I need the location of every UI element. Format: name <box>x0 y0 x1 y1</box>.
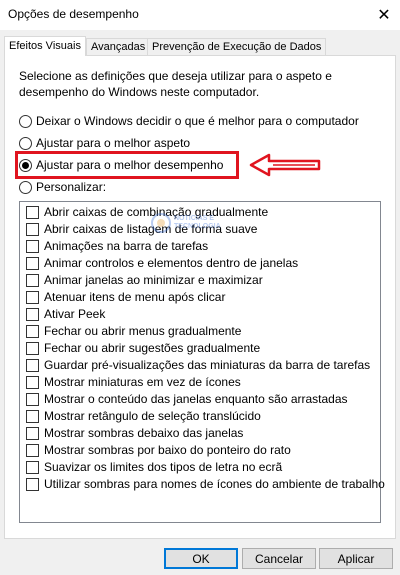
effect-label: Atenuar itens de menu após clicar <box>44 290 226 304</box>
checkbox[interactable] <box>26 477 39 491</box>
checkbox[interactable] <box>26 239 39 253</box>
effect-item[interactable]: Mostrar o conteúdo das janelas enquanto … <box>26 391 348 407</box>
radio-label: Ajustar para o melhor aspeto <box>36 136 191 150</box>
title-bar: Opções de desempenho ✕ <box>0 0 400 30</box>
visual-effects-panel: Selecione as definições que deseja utili… <box>4 55 396 539</box>
effect-label: Fechar ou abrir sugestões gradualmente <box>44 341 261 355</box>
window-title: Opções de desempenho <box>8 7 139 21</box>
checkbox[interactable] <box>26 256 39 270</box>
apply-button[interactable]: Aplicar <box>319 548 393 569</box>
effect-item[interactable]: Animar janelas ao minimizar e maximizar <box>26 272 263 288</box>
effect-label: Animar janelas ao minimizar e maximizar <box>44 273 263 287</box>
effect-item[interactable]: Animar controlos e elementos dentro de j… <box>26 255 298 271</box>
effect-item[interactable]: Utilizar sombras para nomes de ícones do… <box>26 476 385 492</box>
effect-label: Mostrar sombras por baixo do ponteiro do… <box>44 443 291 457</box>
tab-data-execution-prevention[interactable]: Prevenção de Execução de Dados <box>147 38 327 55</box>
checkbox[interactable] <box>26 358 39 372</box>
checkbox[interactable] <box>26 205 39 219</box>
tab-advanced[interactable]: Avançadas <box>86 38 151 55</box>
checkbox[interactable] <box>26 443 39 457</box>
effect-item[interactable]: Guardar pré-visualizações das miniaturas… <box>26 357 370 373</box>
ok-button[interactable]: OK <box>164 548 238 569</box>
checkbox[interactable] <box>26 273 39 287</box>
annotation-arrow-icon <box>249 153 321 177</box>
checkbox[interactable] <box>26 460 39 474</box>
effect-label: Fechar ou abrir menus gradualmente <box>44 324 242 338</box>
radio-let-windows-decide[interactable]: Deixar o Windows decidir o que é melhor … <box>19 113 359 129</box>
annotation-highlight-box <box>15 151 239 179</box>
radio-label: Personalizar: <box>36 180 107 194</box>
effect-label: Abrir caixas de listagem de forma suave <box>44 222 258 236</box>
checkbox[interactable] <box>26 222 39 236</box>
checkbox[interactable] <box>26 341 39 355</box>
effect-item[interactable]: Abrir caixas de listagem de forma suave <box>26 221 257 237</box>
effect-item[interactable]: Mostrar retângulo de seleção translúcido <box>26 408 261 424</box>
checkbox[interactable] <box>26 324 39 338</box>
radio-best-appearance[interactable]: Ajustar para o melhor aspeto <box>19 135 190 151</box>
checkbox[interactable] <box>26 307 39 321</box>
cancel-button[interactable]: Cancelar <box>242 548 316 569</box>
effect-item[interactable]: Ativar Peek <box>26 306 105 322</box>
effect-label: Suavizar os limites dos tipos de letra n… <box>44 460 283 474</box>
effect-item[interactable]: Fechar ou abrir sugestões gradualmente <box>26 340 260 356</box>
radio-button[interactable] <box>19 180 32 194</box>
checkbox[interactable] <box>26 426 39 440</box>
effect-label: Mostrar o conteúdo das janelas enquanto … <box>44 392 348 406</box>
effects-list[interactable]: Abrir caixas de combinação gradualmente … <box>19 201 385 523</box>
radio-button[interactable] <box>19 114 32 128</box>
effect-item[interactable]: Mostrar sombras por baixo do ponteiro do… <box>26 442 291 458</box>
radio-custom[interactable]: Personalizar: <box>19 179 106 195</box>
effect-label: Guardar pré-visualizações das miniaturas… <box>44 358 371 372</box>
effect-item[interactable]: Fechar ou abrir menus gradualmente <box>26 323 241 339</box>
close-icon[interactable]: ✕ <box>368 0 400 30</box>
effect-item[interactable]: Atenuar itens de menu após clicar <box>26 289 225 305</box>
effect-label: Animar controlos e elementos dentro de j… <box>44 256 299 270</box>
effect-label: Mostrar miniaturas em vez de ícones <box>44 375 241 389</box>
effect-label: Abrir caixas de combinação gradualmente <box>44 205 269 219</box>
effect-label: Ativar Peek <box>44 307 106 321</box>
effect-label: Animações na barra de tarefas <box>44 239 209 253</box>
checkbox[interactable] <box>26 409 39 423</box>
effect-item[interactable]: Suavizar os limites dos tipos de letra n… <box>26 459 282 475</box>
effect-item[interactable]: Mostrar miniaturas em vez de ícones <box>26 374 241 390</box>
effect-item[interactable]: Mostrar sombras debaixo das janelas <box>26 425 243 441</box>
description-text: Selecione as definições que deseja utili… <box>19 69 332 99</box>
effect-item[interactable]: Animações na barra de tarefas <box>26 238 208 254</box>
checkbox[interactable] <box>26 392 39 406</box>
checkbox[interactable] <box>26 290 39 304</box>
radio-button[interactable] <box>19 136 32 150</box>
tab-visual-effects[interactable]: Efeitos Visuais <box>4 36 86 56</box>
effect-label: Mostrar sombras debaixo das janelas <box>44 426 244 440</box>
radio-label: Deixar o Windows decidir o que é melhor … <box>36 114 359 128</box>
effect-item[interactable]: Abrir caixas de combinação gradualmente <box>26 204 268 220</box>
effect-label: Utilizar sombras para nomes de ícones do… <box>44 477 385 491</box>
checkbox[interactable] <box>26 375 39 389</box>
effect-label: Mostrar retângulo de seleção translúcido <box>44 409 261 423</box>
